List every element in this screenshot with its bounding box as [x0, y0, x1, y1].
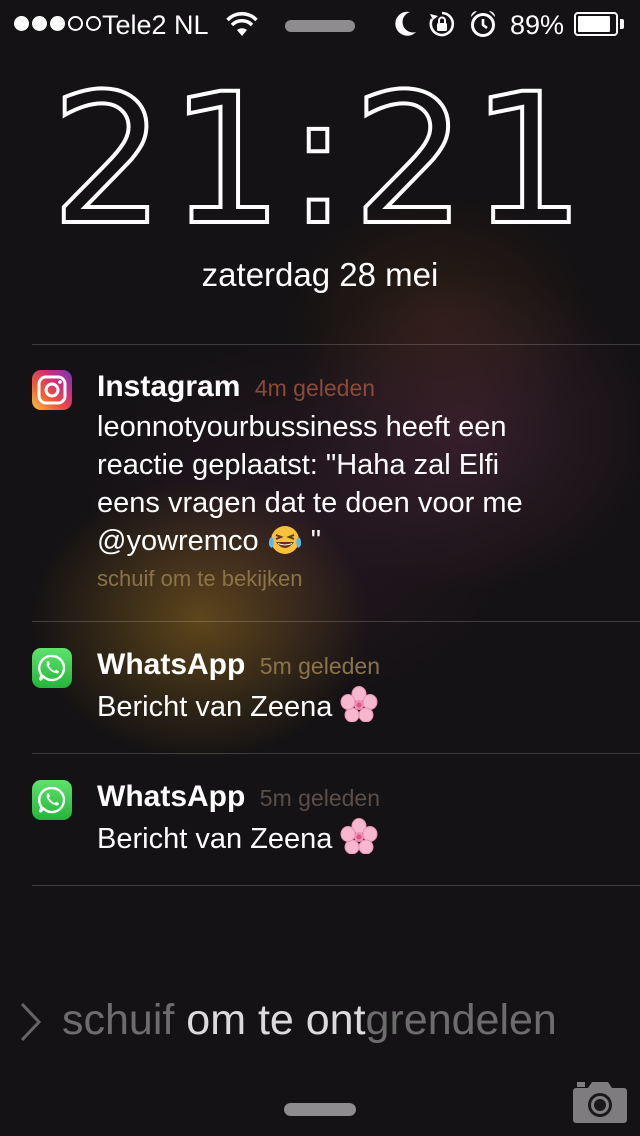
- cherry-blossom-emoji-icon: [340, 818, 378, 854]
- notification-body: Bericht van Zeena: [97, 818, 617, 858]
- whatsapp-icon: [32, 780, 72, 820]
- notification-header: WhatsApp 5m geleden: [97, 648, 380, 682]
- app-name: WhatsApp: [97, 780, 246, 813]
- notification-instagram[interactable]: Instagram 4m geleden leonnotyourbussines…: [32, 370, 622, 600]
- clock-time: 21:21: [49, 80, 590, 240]
- separator: [32, 885, 640, 886]
- body-line: reactie geplaatst: "Haha zal Elfi: [97, 449, 500, 481]
- notification-time: 5m geleden: [259, 785, 380, 811]
- chevron-right-icon: [20, 1002, 42, 1042]
- body-line-last: @yowremco ": [97, 522, 617, 560]
- notification-whatsapp[interactable]: WhatsApp 5m geleden Bericht van Zeena: [32, 780, 622, 860]
- notification-body: Bericht van Zeena: [97, 686, 617, 726]
- alarm-icon: [471, 11, 495, 37]
- body-tail: ": [310, 525, 322, 557]
- notification-header: WhatsApp 5m geleden: [97, 780, 380, 814]
- carrier-label: Tele2 NL: [102, 10, 209, 40]
- notification-time: 5m geleden: [259, 653, 380, 679]
- view-hint: schuif om te bekijken: [97, 566, 303, 591]
- clock-time-text: 21:21: [51, 80, 590, 240]
- control-center-grabber[interactable]: [284, 1103, 356, 1116]
- separator: [32, 621, 640, 622]
- signal-strength-icon: [14, 16, 101, 31]
- clock-date: zaterdag 28 mei: [201, 256, 439, 293]
- notification-center-grabber[interactable]: [285, 20, 355, 32]
- battery-percentage: 89%: [510, 10, 565, 40]
- notification-whatsapp[interactable]: WhatsApp 5m geleden Bericht van Zeena: [32, 648, 622, 728]
- battery-icon: [574, 12, 618, 36]
- moon-icon: [395, 11, 416, 36]
- body-text: Bericht van Zeena: [97, 691, 333, 723]
- rotation-lock-icon: [429, 11, 455, 37]
- instagram-icon: [32, 370, 72, 410]
- whatsapp-icon: [32, 648, 72, 688]
- separator: [32, 344, 640, 345]
- app-name: Instagram: [97, 370, 241, 403]
- tears-of-joy-emoji-icon: [268, 526, 301, 554]
- notification-header: Instagram 4m geleden: [97, 370, 375, 404]
- app-name: WhatsApp: [97, 648, 246, 681]
- separator: [32, 753, 640, 754]
- status-bar: Tele2 NL 89%: [0, 0, 640, 50]
- body-line: leonnotyourbussiness heeft een: [97, 411, 507, 443]
- wifi-icon: [226, 12, 258, 36]
- notification-body: leonnotyourbussiness heeft een reactie g…: [97, 408, 617, 560]
- unlock-text-part: om te ont: [186, 996, 366, 1044]
- unlock-text-part: schuif: [62, 996, 187, 1044]
- notification-time: 4m geleden: [254, 375, 376, 401]
- body-line: eens vragen dat te doen voor me: [97, 487, 523, 519]
- body-text: Bericht van Zeena: [97, 823, 333, 855]
- slide-to-unlock[interactable]: schuif om te ontgrendelen: [62, 996, 557, 1045]
- camera-icon[interactable]: [572, 1078, 628, 1124]
- body-line: @yowremco: [97, 525, 259, 557]
- cherry-blossom-emoji-icon: [340, 686, 378, 722]
- battery-tip: [620, 19, 624, 29]
- unlock-text-part: grendelen: [365, 996, 557, 1044]
